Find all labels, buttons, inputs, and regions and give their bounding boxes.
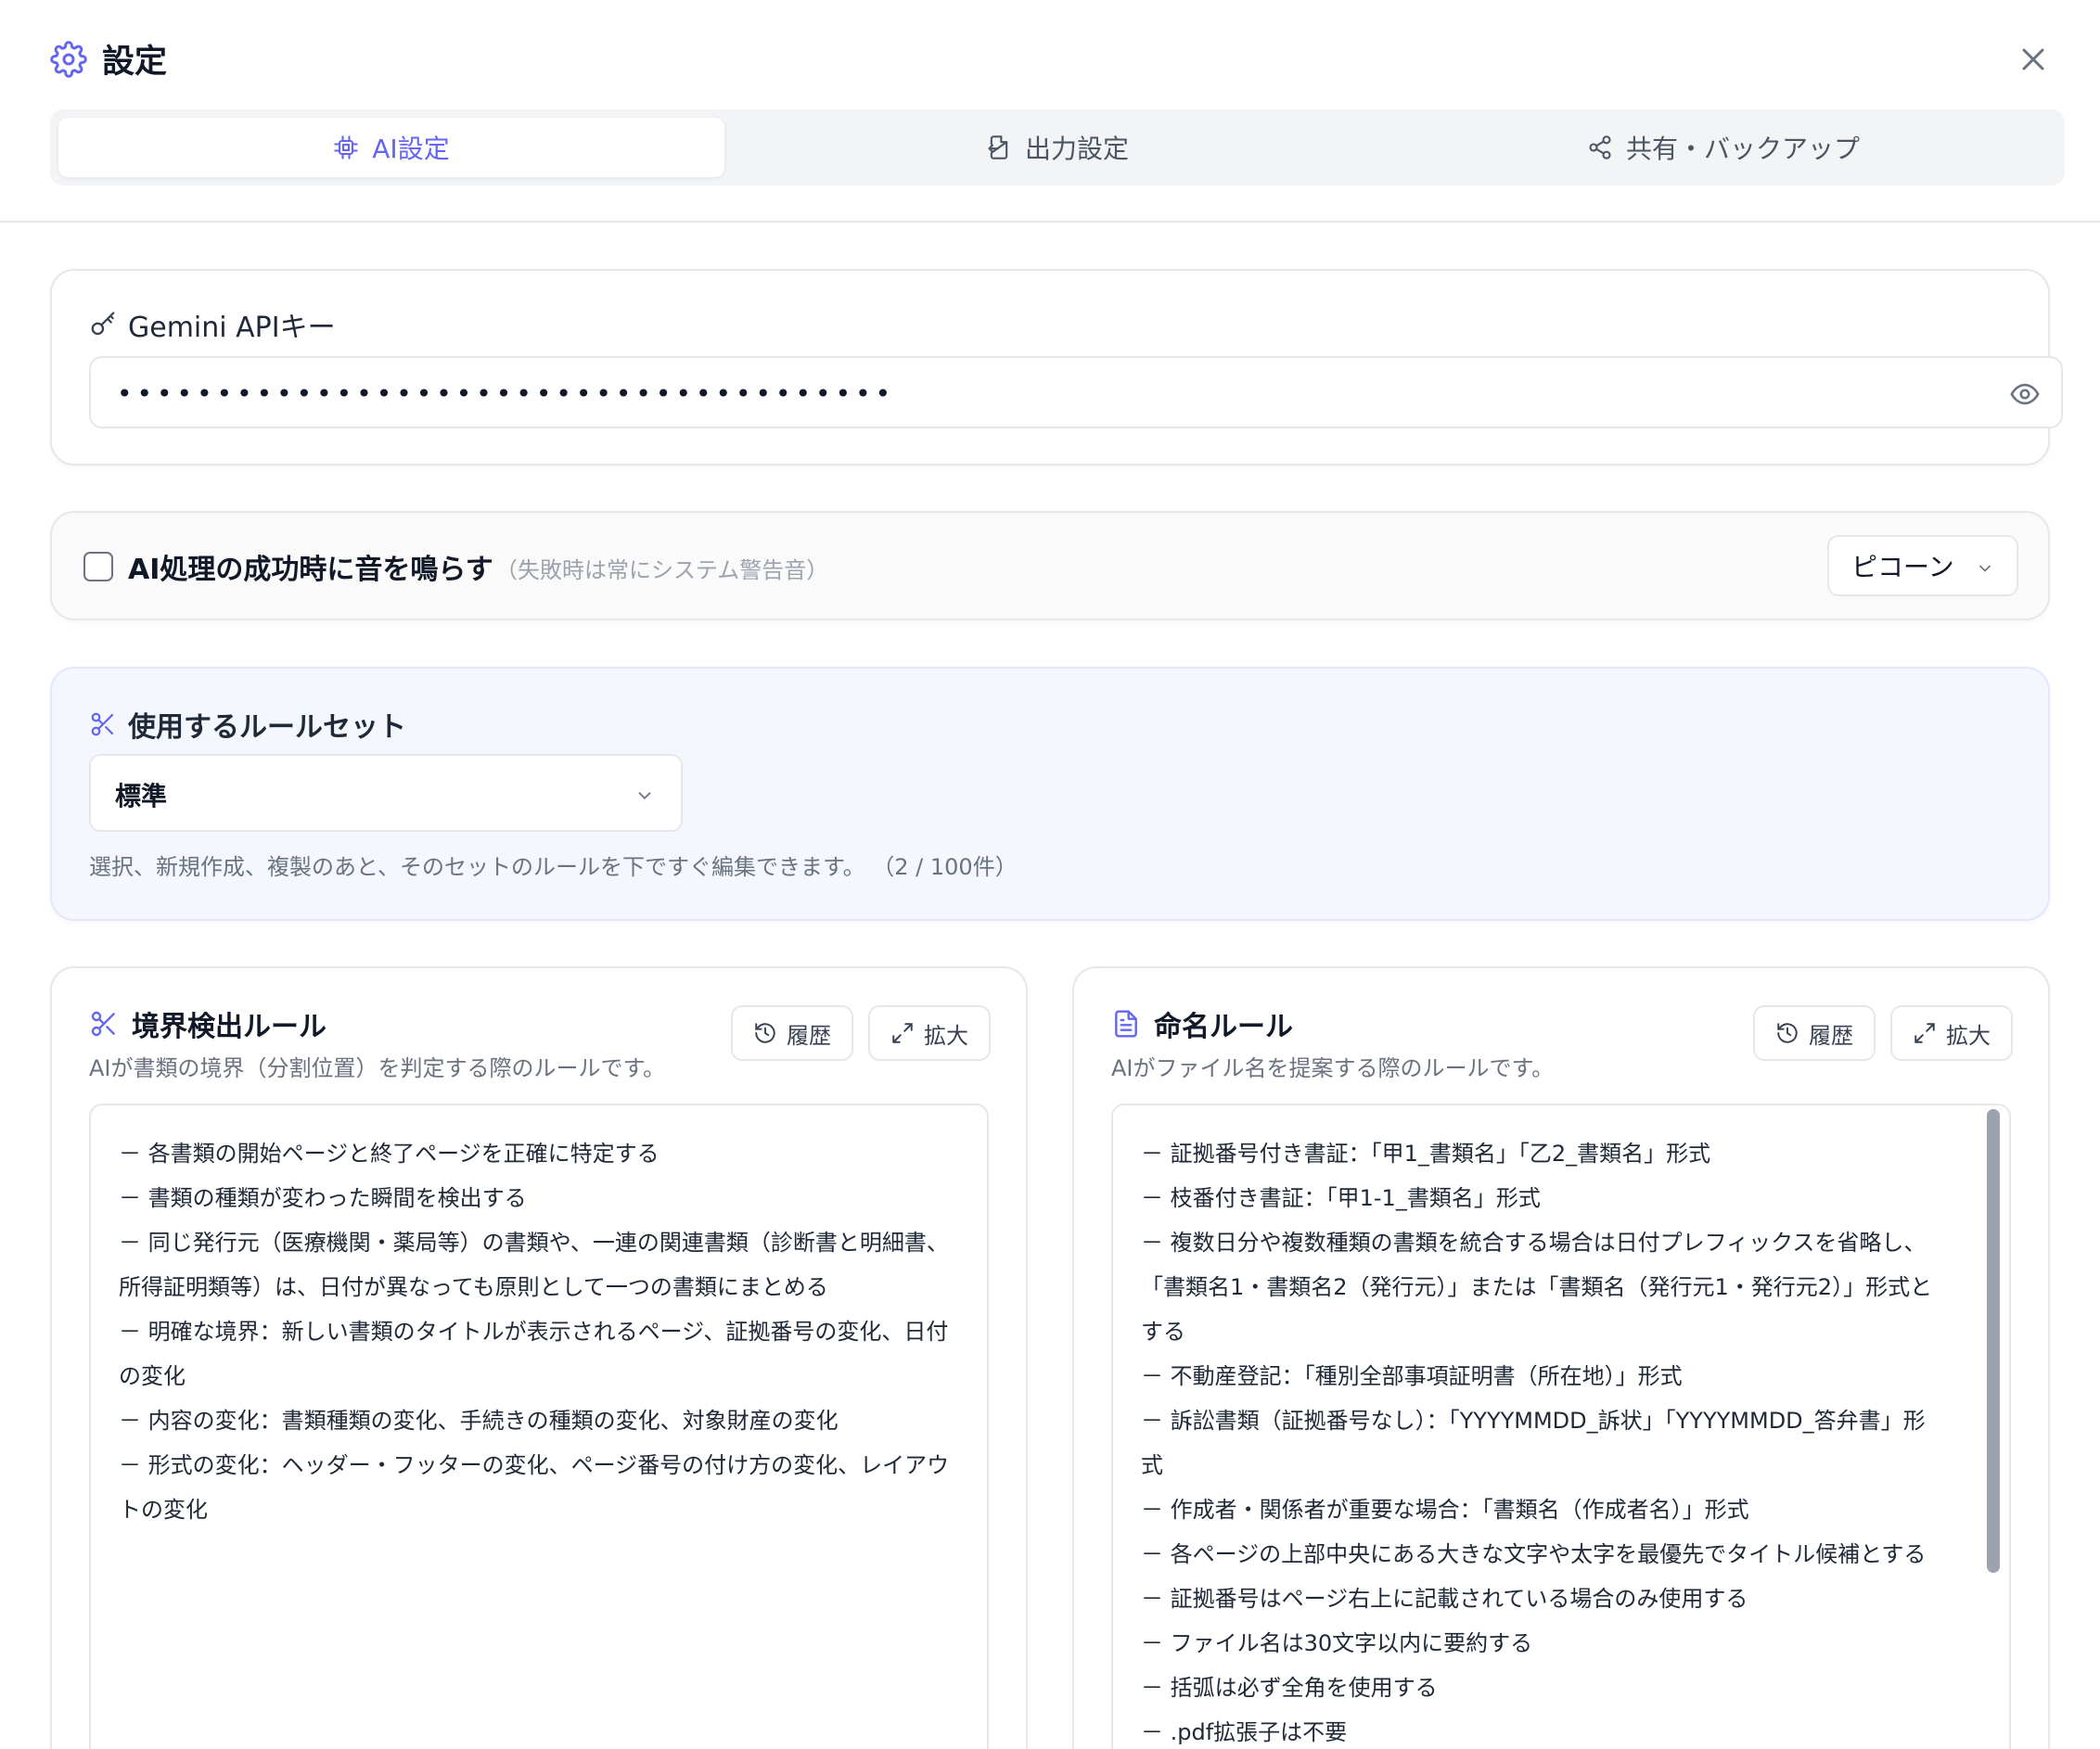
rule-line: 所得証明類等）は、日付が異なっても原則として一つの書類にまとめる bbox=[119, 1274, 828, 1300]
key-icon bbox=[91, 312, 115, 336]
rule-line: － 各書類の開始ページと終了ページを正確に特定する bbox=[119, 1141, 659, 1167]
api-key-value: ••••••••••••••••••••••••••••••••••••••• bbox=[117, 378, 896, 409]
title-row: 設定 bbox=[50, 35, 167, 83]
chevron-down-icon bbox=[1979, 565, 1991, 572]
settings-dialog: 設定 AI設定 出力設定 共有・バックアップ Gemini APIキー ••••… bbox=[0, 0, 2100, 1749]
rule-line: － 同じ発行元（医療機関・薬局等）の書類や、一連の関連書類（診断書と明細書、 bbox=[119, 1230, 949, 1256]
naming-rules-lines: － 証拠番号付き書証：「甲1_書類名」「乙2_書類名」形式 － 枝番付き書証：「… bbox=[1141, 1131, 1981, 1749]
rule-line: － 枝番付き書証：「甲1-1_書類名」形式 bbox=[1141, 1185, 1541, 1211]
rule-line: － 書類の種類が変わった瞬間を検出する bbox=[119, 1185, 527, 1211]
chip-icon bbox=[334, 135, 358, 160]
naming-rules-textarea[interactable]: － 証拠番号付き書証：「甲1_書類名」「乙2_書類名」形式 － 枝番付き書証：「… bbox=[1111, 1104, 2011, 1749]
file-export-icon bbox=[988, 135, 1008, 160]
sound-checkbox[interactable] bbox=[83, 552, 113, 581]
sound-note: （失敗時は常にシステム警告音） bbox=[495, 557, 829, 583]
sound-select[interactable]: ピコーン bbox=[1827, 535, 2018, 596]
tab-label: 共有・バックアップ bbox=[1625, 134, 1860, 164]
naming-rules-subtitle: AIがファイル名を提案する際のルールです。 bbox=[1111, 1055, 1555, 1081]
expand-label: 拡大 bbox=[924, 1022, 968, 1049]
api-key-label: Gemini APIキー bbox=[128, 312, 336, 344]
gear-icon bbox=[50, 40, 87, 78]
close-icon[interactable] bbox=[2015, 41, 2052, 78]
rule-line: する bbox=[1141, 1319, 1185, 1345]
chevron-down-icon bbox=[638, 792, 651, 800]
naming-history-button[interactable]: 履歴 bbox=[1753, 1005, 1876, 1061]
ruleset-select-value: 標準 bbox=[115, 781, 168, 811]
boundary-rules-lines: － 各書類の開始ページと終了ページを正確に特定する － 書類の種類が変わった瞬間… bbox=[119, 1131, 959, 1532]
scissors-icon bbox=[91, 1011, 115, 1037]
rule-line: 式 bbox=[1141, 1452, 1163, 1478]
boundary-rules-card: 境界検出ルール AIが書類の境界（分割位置）を判定する際のルールです。 履歴 拡… bbox=[50, 966, 1028, 1749]
rule-line: － 内容の変化：書類種類の変化、手続きの種類の変化、対象財産の変化 bbox=[119, 1408, 839, 1434]
history-label: 履歴 bbox=[1809, 1022, 1853, 1049]
ruleset-help-text: 選択、新規作成、複製のあと、そのセットのルールを下ですぐ編集できます。 （2 /… bbox=[89, 854, 1018, 880]
rule-line: － 複数日分や複数種類の書類を統合する場合は日付プレフィックスを省略し、 bbox=[1141, 1230, 1927, 1256]
expand-icon bbox=[892, 1023, 913, 1043]
boundary-expand-button[interactable]: 拡大 bbox=[868, 1005, 991, 1061]
naming-rules-header: 命名ルール bbox=[1111, 1003, 1293, 1044]
rule-line: － .pdf拡張子は不要 bbox=[1141, 1719, 1348, 1745]
rule-line: － 各ページの上部中央にある大きな文字や太字を最優先でタイトル候補とする bbox=[1141, 1541, 1927, 1567]
document-icon bbox=[1115, 1010, 1137, 1038]
tab-label: 出力設定 bbox=[1024, 134, 1129, 164]
rule-line: － 括弧は必ず全角を使用する bbox=[1141, 1675, 1438, 1701]
rule-line: － ファイル名は30文字以内に要約する bbox=[1141, 1630, 1533, 1656]
rule-line: － 訴訟書類（証拠番号なし）：「YYYYMMDD_訴状」「YYYYMMDD_答弁… bbox=[1141, 1408, 1926, 1434]
api-key-field[interactable]: ••••••••••••••••••••••••••••••••••••••• bbox=[89, 356, 2063, 428]
naming-expand-button[interactable]: 拡大 bbox=[1890, 1005, 2013, 1061]
rule-line: － 明確な境界：新しい書類のタイトルが表示されるページ、証拠番号の変化、日付 bbox=[119, 1319, 949, 1345]
boundary-rules-title: 境界検出ルール bbox=[132, 1011, 327, 1043]
eye-icon[interactable] bbox=[2009, 378, 2041, 410]
ruleset-label-row: 使用するルールセット bbox=[89, 704, 406, 745]
ruleset-label: 使用するルールセット bbox=[128, 711, 406, 744]
rule-line: － 証拠番号付き書証：「甲1_書類名」「乙2_書類名」形式 bbox=[1141, 1141, 1711, 1167]
rule-line: トの変化 bbox=[119, 1497, 208, 1523]
boundary-rules-header: 境界検出ルール bbox=[89, 1003, 327, 1044]
history-icon bbox=[755, 1023, 775, 1043]
scissors-icon bbox=[91, 712, 114, 736]
tab-share-backup[interactable]: 共有・バックアップ bbox=[1390, 118, 2056, 177]
expand-icon bbox=[1914, 1023, 1935, 1043]
rule-line: － 作成者・関係者が重要な場合：「書類名（作成者名）」形式 bbox=[1141, 1497, 1749, 1523]
tab-output-settings[interactable]: 出力設定 bbox=[724, 118, 1390, 177]
expand-label: 拡大 bbox=[1946, 1022, 1991, 1049]
boundary-history-button[interactable]: 履歴 bbox=[731, 1005, 853, 1061]
sound-card: AI処理の成功時に音を鳴らす （失敗時は常にシステム警告音） ピコーン bbox=[50, 511, 2050, 620]
naming-rules-card: 命名ルール AIがファイル名を提案する際のルールです。 履歴 拡大 － 証拠番号… bbox=[1072, 966, 2050, 1749]
sound-label: AI処理の成功時に音を鳴らす bbox=[128, 554, 493, 586]
sound-select-value: ピコーン bbox=[1851, 552, 1954, 582]
history-label: 履歴 bbox=[787, 1022, 831, 1049]
boundary-rules-textarea[interactable]: － 各書類の開始ページと終了ページを正確に特定する － 書類の種類が変わった瞬間… bbox=[89, 1104, 989, 1749]
api-key-card: Gemini APIキー •••••••••••••••••••••••••••… bbox=[50, 269, 2063, 466]
rule-line: － 形式の変化：ヘッダー・フッターの変化、ページ番号の付け方の変化、レイアウ bbox=[119, 1452, 950, 1478]
rule-line: 「書類名1・書類名2（発行元）」または「書類名（発行元1・発行元2）」形式と bbox=[1141, 1274, 1933, 1300]
settings-tabs: AI設定 出力設定 共有・バックアップ bbox=[50, 109, 2065, 185]
dialog-title: 設定 bbox=[102, 44, 168, 81]
rule-line: の変化 bbox=[119, 1363, 186, 1389]
api-key-label-row: Gemini APIキー bbox=[89, 304, 336, 345]
history-icon bbox=[1777, 1023, 1798, 1043]
rule-line: － 証拠番号はページ右上に記載されている場合のみ使用する bbox=[1141, 1586, 1748, 1612]
dialog-header: 設定 AI設定 出力設定 共有・バックアップ bbox=[0, 0, 2100, 223]
tab-label: AI設定 bbox=[372, 134, 450, 164]
rule-line: － 不動産登記：「種別全部事項証明書（所在地）」形式 bbox=[1141, 1363, 1683, 1389]
boundary-rules-subtitle: AIが書類の境界（分割位置）を判定する際のルールです。 bbox=[89, 1055, 666, 1081]
ruleset-card: 使用するルールセット 標準 選択、新規作成、複製のあと、そのセットのルールを下で… bbox=[50, 667, 2050, 921]
scrollbar[interactable] bbox=[1987, 1109, 2000, 1573]
tab-ai-settings[interactable]: AI設定 bbox=[58, 118, 724, 177]
naming-rules-title: 命名ルール bbox=[1154, 1011, 1293, 1043]
share-icon bbox=[1589, 135, 1611, 160]
ruleset-select[interactable]: 標準 bbox=[89, 754, 683, 832]
